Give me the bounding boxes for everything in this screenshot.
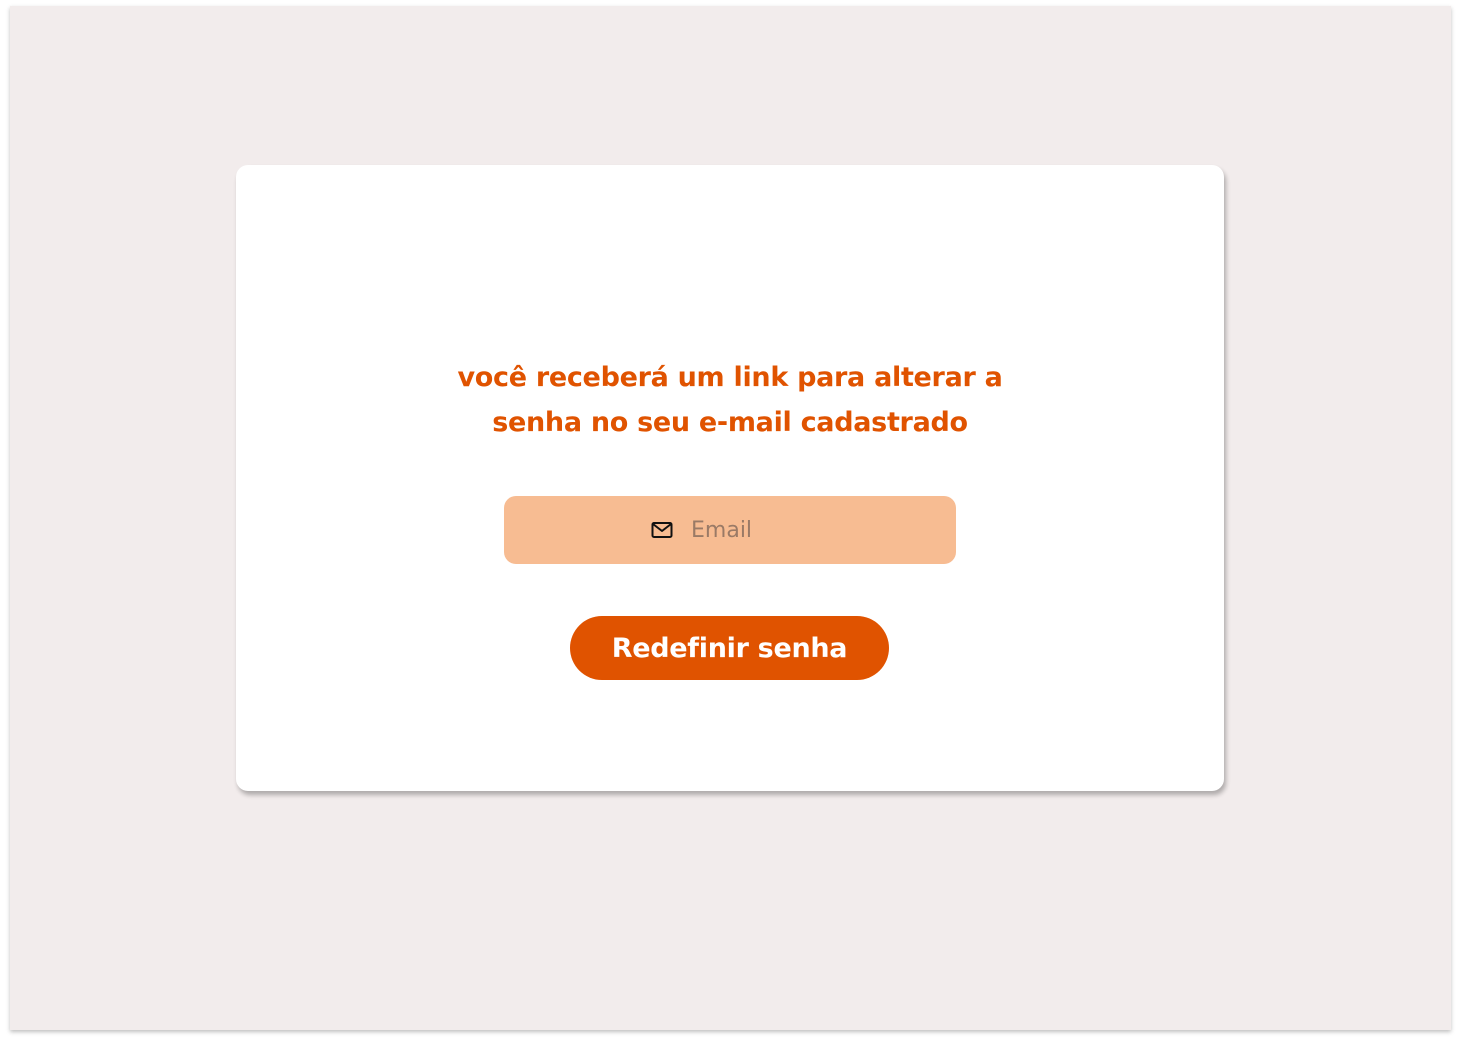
- instruction-line-2: senha no seu e-mail cadastrado: [492, 407, 968, 438]
- reset-password-card: você receberá um link para alterar a sen…: [236, 165, 1224, 791]
- email-input[interactable]: [691, 517, 791, 543]
- instruction-message: você receberá um link para alterar a sen…: [236, 355, 1224, 445]
- email-field[interactable]: [504, 496, 956, 564]
- page-background: você receberá um link para alterar a sen…: [10, 6, 1451, 1030]
- reset-password-button[interactable]: Redefinir senha: [570, 616, 889, 680]
- mail-icon: [651, 521, 673, 539]
- instruction-line-1: você receberá um link para alterar a: [457, 362, 1003, 393]
